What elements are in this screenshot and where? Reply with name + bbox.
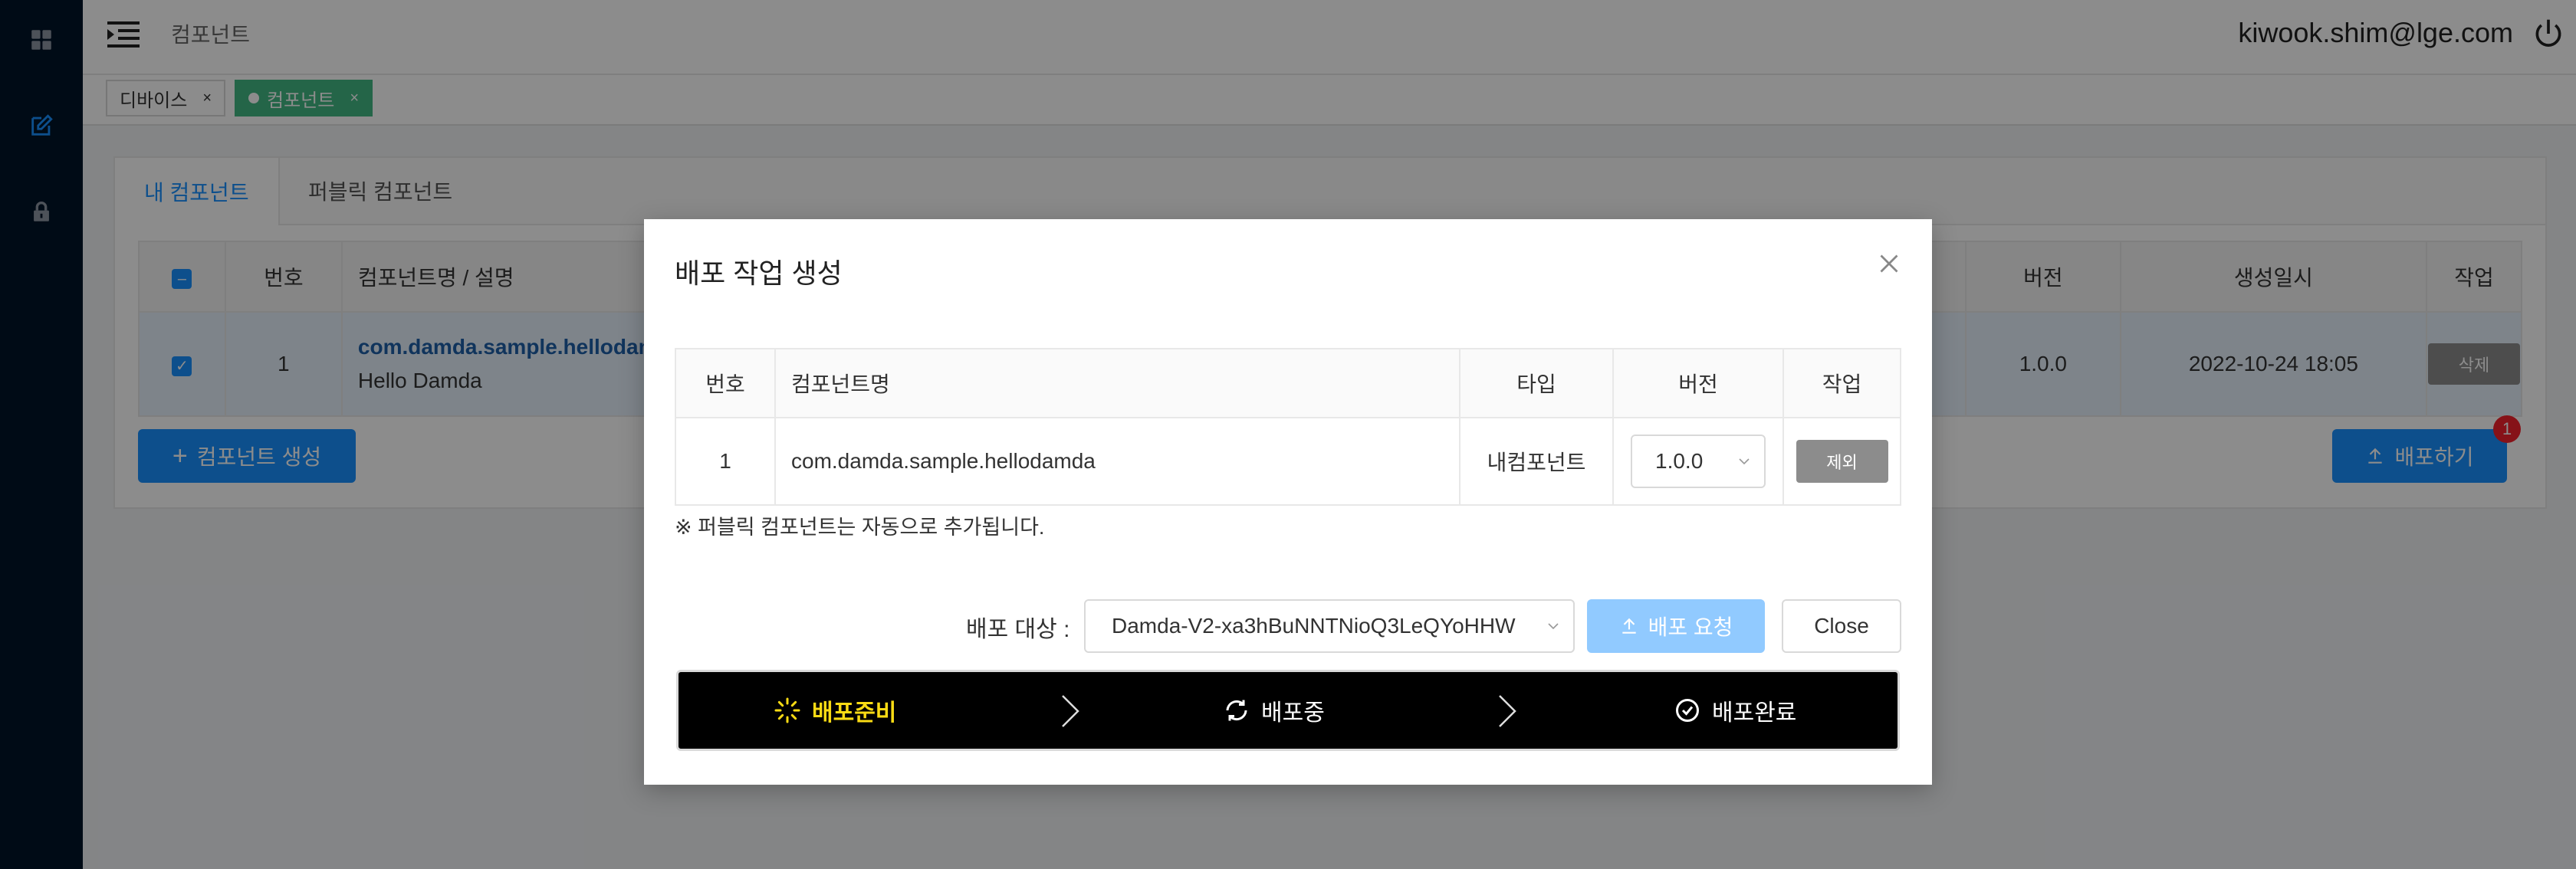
modal-title: 배포 작업 생성 <box>675 257 843 289</box>
step-label: 배포중 <box>1261 700 1325 726</box>
col-version: 버전 <box>1612 348 1784 418</box>
deploy-request-label: 배포 요청 <box>1648 615 1733 639</box>
chevron-right-icon <box>1062 695 1079 727</box>
deploy-steps: 배포준비 배포중 배포완료 <box>676 670 1900 751</box>
step-prepare: 배포준비 <box>774 672 896 749</box>
version-select[interactable]: 1.0.0 <box>1631 434 1766 488</box>
step-label: 배포완료 <box>1712 700 1797 726</box>
close-icon[interactable] <box>1875 250 1903 277</box>
version-select-value: 1.0.0 <box>1655 449 1704 473</box>
close-button[interactable]: Close <box>1782 599 1901 653</box>
row-number: 1 <box>675 417 776 506</box>
chevron-down-icon <box>1739 458 1750 465</box>
exclude-button[interactable]: 제외 <box>1796 440 1888 483</box>
deploy-target-value: Damda-V2-xa3hBuNNTNioQ3LeQYoHHW <box>1112 614 1516 638</box>
row-type: 내컴포넌트 <box>1459 417 1614 506</box>
modal-component-table: 번호 컴포넌트명 타입 버전 작업 1 com.damda.sample.hel… <box>675 348 1901 506</box>
row-action-cell: 제외 <box>1783 417 1901 506</box>
sync-icon <box>1226 700 1247 721</box>
row-version-cell: 1.0.0 <box>1612 417 1784 506</box>
col-action: 작업 <box>1783 348 1901 418</box>
deploy-modal: 배포 작업 생성 번호 컴포넌트명 타입 버전 작업 1 com.damda.s… <box>644 219 1932 785</box>
deploy-target-label: 배포 대상 : <box>966 617 1070 642</box>
col-number: 번호 <box>675 348 776 418</box>
table-header-row: 번호 컴포넌트명 타입 버전 작업 <box>675 348 1901 418</box>
loading-icon <box>774 697 800 723</box>
row-name: com.damda.sample.hellodamda <box>774 417 1460 506</box>
public-component-note: ※ 퍼블릭 컴포넌트는 자동으로 추가됩니다. <box>675 516 1045 539</box>
col-type: 타입 <box>1459 348 1614 418</box>
step-label: 배포준비 <box>812 700 897 726</box>
table-row: 1 com.damda.sample.hellodamda 내컴포넌트 1.0.… <box>675 417 1901 506</box>
check-circle-icon <box>1676 699 1699 722</box>
deploy-target-select[interactable]: Damda-V2-xa3hBuNNTNioQ3LeQYoHHW <box>1084 599 1575 653</box>
col-name: 컴포넌트명 <box>774 348 1460 418</box>
chevron-right-icon <box>1499 695 1516 727</box>
upload-icon <box>1622 618 1636 634</box>
deploy-request-button[interactable]: 배포 요청 <box>1587 599 1765 653</box>
step-deploying: 배포중 <box>1223 672 1325 749</box>
chevron-down-icon <box>1548 623 1559 630</box>
step-complete: 배포완료 <box>1674 672 1796 749</box>
